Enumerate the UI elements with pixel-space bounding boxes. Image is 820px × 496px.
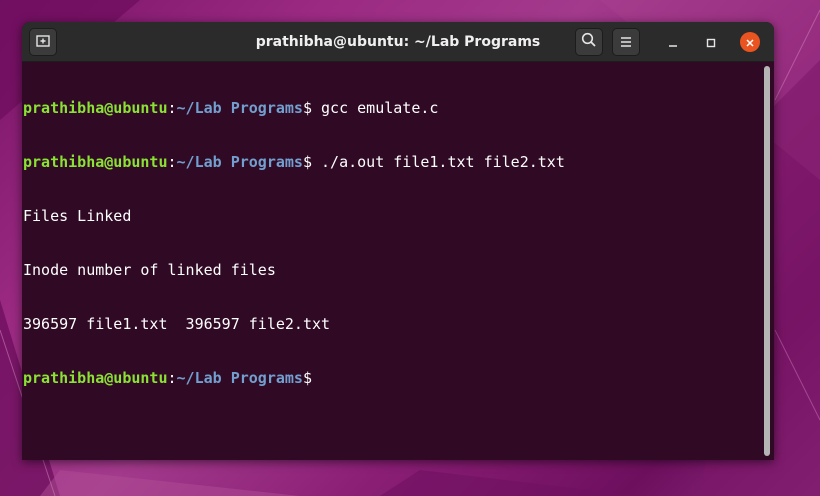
output-line: 396597 file1.txt 396597 file2.txt <box>23 315 331 333</box>
minimize-button[interactable] <box>663 32 683 52</box>
prompt-separator: : <box>167 153 177 171</box>
terminal-line: prathibha@ubuntu:~/Lab Programs$ <box>23 369 762 387</box>
prompt-path: ~/Lab Programs <box>176 153 303 171</box>
window-title: prathibha@ubuntu: ~/Lab Programs <box>255 34 541 50</box>
menu-button[interactable] <box>612 28 640 56</box>
new-tab-button[interactable] <box>29 28 57 56</box>
output-line: Inode number of linked files <box>23 261 276 279</box>
prompt-separator: : <box>167 99 177 117</box>
prompt-path: ~/Lab Programs <box>176 99 303 117</box>
command-text: gcc emulate.c <box>312 99 439 117</box>
hamburger-menu-icon <box>619 33 633 52</box>
maximize-button[interactable] <box>701 32 721 52</box>
prompt-path: ~/Lab Programs <box>176 369 303 387</box>
prompt-user: prathibha@ubuntu <box>23 99 168 117</box>
command-text: ./a.out file1.txt file2.txt <box>312 153 565 171</box>
maximize-icon <box>706 33 716 52</box>
terminal-window: prathibha@ubuntu: ~/Lab Programs prathib… <box>22 22 774 460</box>
titlebar: prathibha@ubuntu: ~/Lab Programs <box>22 22 774 62</box>
prompt-user: prathibha@ubuntu <box>23 369 168 387</box>
prompt-dollar: $ <box>302 99 312 117</box>
vertical-scrollbar[interactable] <box>764 66 770 456</box>
new-tab-icon <box>36 33 50 52</box>
terminal-line: prathibha@ubuntu:~/Lab Programs$ ./a.out… <box>23 153 762 171</box>
prompt-dollar: $ <box>302 153 312 171</box>
close-button[interactable] <box>740 32 760 52</box>
search-button[interactable] <box>575 28 603 56</box>
minimize-icon <box>668 33 678 52</box>
prompt-user: prathibha@ubuntu <box>23 153 168 171</box>
prompt-dollar: $ <box>302 369 312 387</box>
terminal-output[interactable]: prathibha@ubuntu:~/Lab Programs$ gcc emu… <box>22 62 762 460</box>
terminal-line: prathibha@ubuntu:~/Lab Programs$ gcc emu… <box>23 99 762 117</box>
output-line: Files Linked <box>23 207 132 225</box>
prompt-separator: : <box>167 369 177 387</box>
close-icon <box>745 33 755 52</box>
search-icon <box>581 32 597 52</box>
